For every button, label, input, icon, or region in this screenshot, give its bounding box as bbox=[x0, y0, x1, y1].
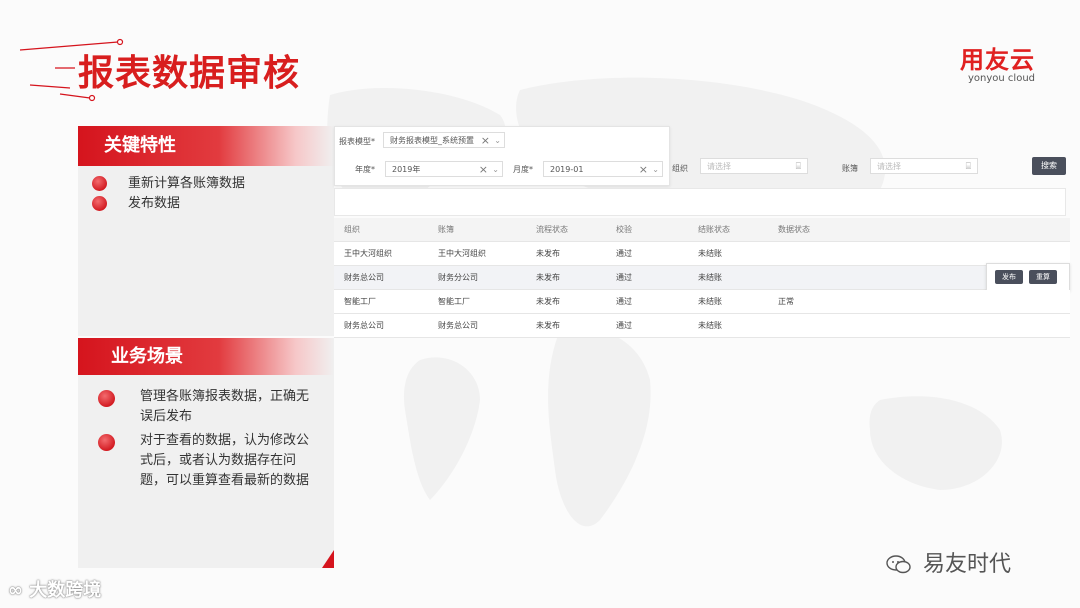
org-label: 组织 bbox=[672, 164, 688, 173]
features-panel: 关键特性 重新计算各账簿数据 发布数据 bbox=[78, 126, 334, 336]
brand-logo: 用友云 yonyou cloud bbox=[948, 47, 1035, 85]
features-heading: 关键特性 bbox=[78, 126, 334, 166]
table-row[interactable]: 王中大河组织 王中大河组织 未发布 通过 未结账 bbox=[334, 242, 1070, 266]
brand-name: 用友云 bbox=[960, 46, 1036, 74]
wechat-icon bbox=[886, 555, 911, 574]
bullet-dot-icon bbox=[92, 176, 107, 191]
panel-corner-accent bbox=[322, 550, 334, 568]
scenarios-heading: 业务场景 bbox=[78, 338, 334, 375]
chevron-down-icon[interactable]: ⌄ bbox=[492, 162, 499, 178]
column-header: 流程状态 bbox=[536, 225, 568, 234]
year-label: 年度* bbox=[355, 165, 375, 174]
scenarios-panel: 业务场景 管理各账簿报表数据，正确无误后发布 对于查看的数据，认为修改公式后，或… bbox=[78, 338, 334, 568]
column-header: 账簿 bbox=[438, 225, 454, 234]
data-table: 组织 账簿 流程状态 校验 结账状态 数据状态 王中大河组织 王中大河组织 未发… bbox=[334, 218, 1070, 338]
bullet-dot-icon bbox=[98, 390, 115, 407]
year-select[interactable]: 2019年 × ⌄ bbox=[385, 161, 503, 177]
watermark-right: 易友时代 bbox=[886, 546, 1011, 578]
watermark-logo-icon: ∞ bbox=[8, 580, 23, 601]
toolbar-area bbox=[334, 188, 1066, 216]
scenario-item: 对于查看的数据，认为修改公式后，或者认为数据存在问题，可以重算查看最新的数据 bbox=[78, 431, 310, 491]
column-header: 校验 bbox=[616, 225, 632, 234]
month-select[interactable]: 2019-01 × ⌄ bbox=[543, 161, 663, 177]
feature-item: 发布数据 bbox=[78, 194, 334, 214]
book-label: 账簿 bbox=[842, 164, 858, 173]
recalc-button[interactable]: 重算 bbox=[1029, 270, 1057, 284]
clear-icon[interactable]: × bbox=[481, 133, 490, 149]
column-header: 结账状态 bbox=[698, 225, 730, 234]
table-row[interactable]: 智能工厂 智能工厂 未发布 通过 未结账 正常 bbox=[334, 290, 1070, 314]
report-type-label: 报表模型* bbox=[339, 137, 375, 146]
column-header: 组织 bbox=[344, 225, 360, 234]
feature-item: 重新计算各账簿数据 bbox=[78, 174, 334, 194]
org-input[interactable]: 请选择 ⌸ bbox=[700, 158, 808, 174]
column-header: 数据状态 bbox=[778, 225, 810, 234]
row-actions: 发布 重算 bbox=[986, 263, 1070, 291]
watermark-left: ∞ 大数跨境 bbox=[8, 580, 102, 601]
reference-icon[interactable]: ⌸ bbox=[796, 159, 801, 175]
reference-icon[interactable]: ⌸ bbox=[966, 159, 971, 175]
brand-tagline: yonyou cloud bbox=[968, 73, 1036, 84]
book-input[interactable]: 请选择 ⌸ bbox=[870, 158, 978, 174]
chevron-down-icon[interactable]: ⌄ bbox=[652, 162, 659, 178]
month-label: 月度* bbox=[513, 165, 533, 174]
app-screenshot: 报表模型* 财务报表模型_系统预置 × ⌄ 年度* 2019年 × ⌄ 月度* … bbox=[334, 124, 1070, 338]
bullet-dot-icon bbox=[98, 434, 115, 451]
query-form: 报表模型* 财务报表模型_系统预置 × ⌄ 年度* 2019年 × ⌄ 月度* … bbox=[334, 126, 670, 186]
bullet-dot-icon bbox=[92, 196, 107, 211]
features-list: 重新计算各账簿数据 发布数据 bbox=[78, 166, 334, 214]
search-button[interactable]: 搜索 bbox=[1032, 157, 1066, 175]
scenario-item: 管理各账簿报表数据，正确无误后发布 bbox=[78, 387, 310, 427]
publish-button[interactable]: 发布 bbox=[995, 270, 1023, 284]
page-title: 报表数据审核 bbox=[78, 53, 301, 94]
scenarios-list: 管理各账簿报表数据，正确无误后发布 对于查看的数据，认为修改公式后，或者认为数据… bbox=[78, 375, 334, 491]
clear-icon[interactable]: × bbox=[479, 162, 488, 178]
table-row[interactable]: 财务总公司 财务总公司 未发布 通过 未结账 bbox=[334, 314, 1070, 338]
table-header: 组织 账簿 流程状态 校验 结账状态 数据状态 bbox=[334, 218, 1070, 242]
chevron-down-icon[interactable]: ⌄ bbox=[494, 133, 501, 149]
report-type-select[interactable]: 财务报表模型_系统预置 × ⌄ bbox=[383, 132, 505, 148]
table-row[interactable]: 财务总公司 财务分公司 未发布 通过 未结账 发布 重算 bbox=[334, 263, 1070, 291]
clear-icon[interactable]: × bbox=[639, 162, 648, 178]
